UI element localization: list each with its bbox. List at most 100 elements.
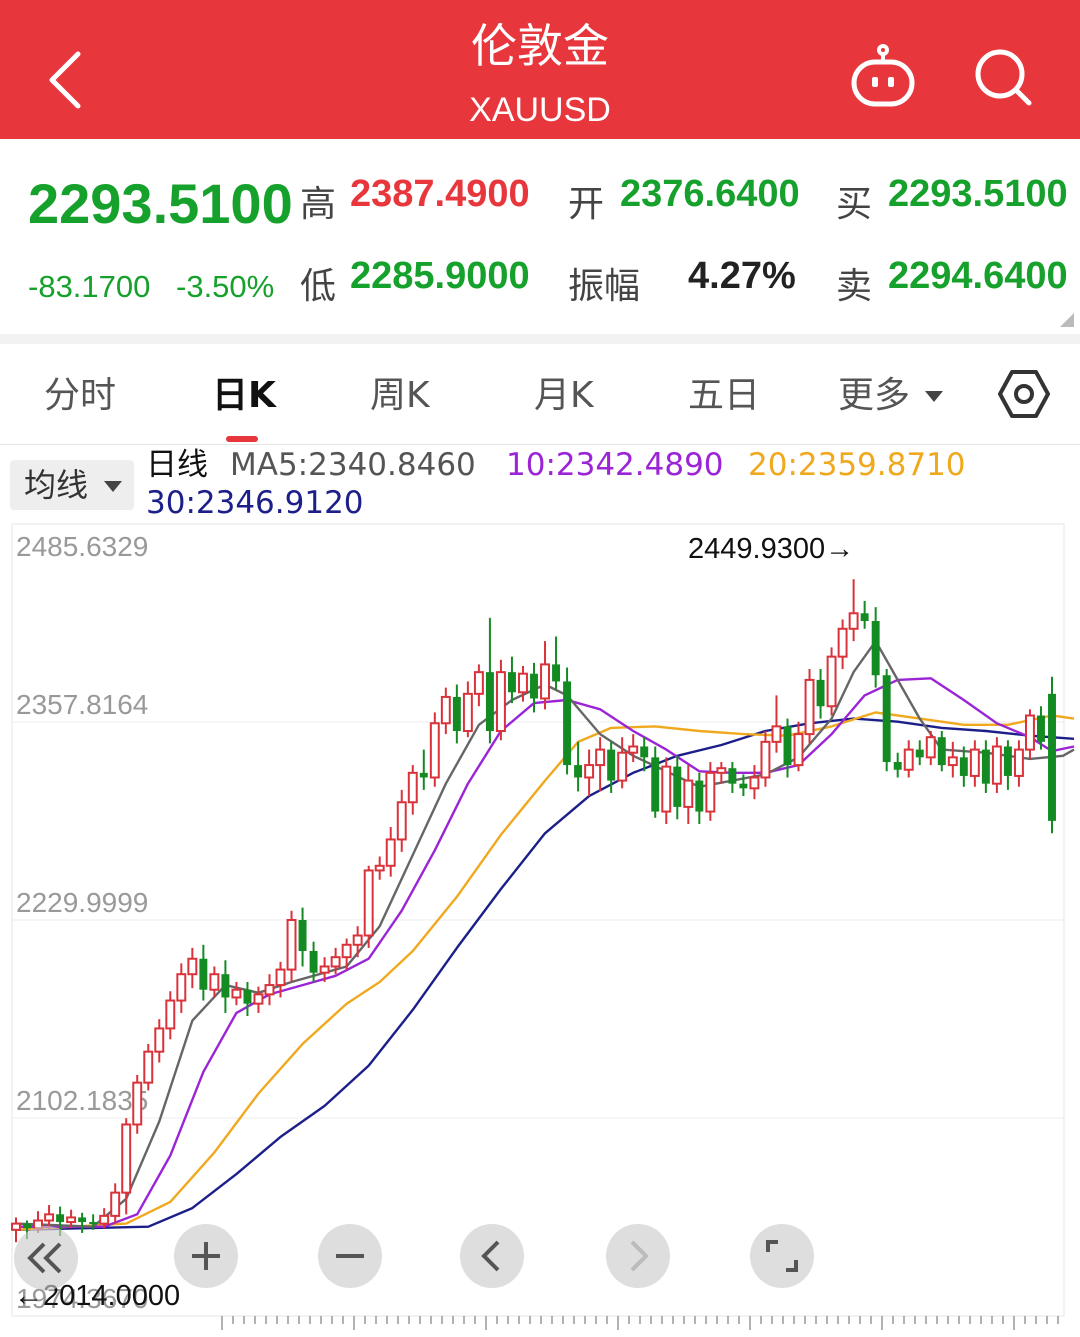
candle-body — [563, 681, 572, 766]
candle-body — [749, 776, 760, 790]
tab-more-label: 更多 — [838, 375, 911, 416]
ma-legend: 均线 日线 MA5:2340.8460 10:2342.4890 20:2359… — [0, 444, 1080, 522]
candle-body — [407, 771, 418, 804]
candle-body — [1003, 746, 1012, 776]
y-tick-label: 2485.6329 — [16, 531, 148, 562]
candle-body — [231, 988, 242, 999]
amplitude-value: 4.27% — [688, 255, 796, 297]
candle-body — [473, 671, 484, 695]
candle-body — [882, 675, 891, 762]
candle-body — [518, 672, 528, 694]
page-title: 伦敦金 — [471, 19, 609, 73]
candle-body — [969, 748, 980, 777]
ma10-value: 10:2342.4890 — [506, 447, 724, 483]
candle-body — [991, 745, 1002, 785]
candle-body — [286, 918, 297, 971]
candle-body — [143, 1050, 154, 1084]
candle-body — [330, 956, 341, 968]
buy-label: 买 — [836, 184, 873, 225]
ma5-value: MA5:2340.8460 — [230, 447, 476, 483]
candle-body — [584, 764, 595, 779]
candle-body — [199, 958, 208, 990]
last-price: 2293.5100 — [28, 172, 293, 235]
candle-body — [319, 965, 330, 974]
candle-body — [78, 1217, 87, 1223]
dropdown-arrow-icon — [104, 481, 122, 492]
candle-body — [728, 768, 737, 784]
search-icon[interactable] — [972, 46, 1034, 108]
candle-body — [848, 612, 859, 630]
candle-body — [903, 748, 914, 771]
right-icon — [630, 1240, 649, 1272]
candle-body — [915, 749, 924, 758]
candle-body — [695, 780, 704, 812]
candle-body — [396, 801, 407, 841]
candle-body — [716, 767, 727, 774]
price-change: -83.1700 — [28, 269, 151, 304]
tab-daily-k[interactable]: 日K — [212, 374, 276, 418]
ma-selector[interactable]: 均线 — [10, 460, 134, 510]
candle-body — [771, 725, 782, 743]
candle-body — [495, 671, 506, 733]
candle-body — [429, 722, 440, 779]
candle-body — [507, 672, 516, 693]
ma5-line — [15, 639, 1075, 1228]
price-change-pct: -3.50% — [176, 269, 275, 304]
zoom-out-button[interactable] — [318, 1224, 382, 1288]
tab-more[interactable]: 更多 — [838, 374, 944, 418]
candle-body — [981, 749, 990, 784]
candle-body — [860, 613, 869, 622]
candle-body — [937, 737, 946, 766]
candle-body — [673, 766, 682, 807]
candle-body — [705, 771, 716, 813]
candle-body — [574, 765, 583, 778]
left-icon — [481, 1240, 500, 1272]
candle-body — [683, 779, 694, 808]
expand-corner-icon[interactable] — [1060, 313, 1074, 327]
tab-weekly-k[interactable]: 周K — [370, 374, 430, 418]
candle-body — [452, 696, 461, 732]
y-tick-label: 2229.9999 — [16, 887, 148, 918]
candle-body — [66, 1216, 77, 1224]
candle-body — [552, 664, 561, 682]
symbol-code: XAUUSD — [469, 91, 611, 129]
ma20-value: 20:2359.8710 — [748, 447, 966, 483]
candle-body — [783, 726, 792, 766]
kline-chart[interactable]: 2485.6329 2357.8164 2229.9999 2102.1835 1974… — [0, 520, 1080, 1333]
sell-label: 卖 — [836, 266, 873, 307]
dropdown-arrow-icon — [925, 391, 944, 402]
ma-line-label: 日线 — [146, 447, 208, 483]
candle-body — [253, 993, 264, 1005]
candle-body — [341, 943, 352, 959]
zoom-in-button[interactable] — [174, 1224, 238, 1288]
candle-body — [209, 973, 220, 991]
candle-body — [837, 627, 848, 658]
scroll-right-button[interactable] — [606, 1224, 670, 1288]
sell-value: 2294.6400 — [888, 255, 1068, 297]
candle-body — [44, 1213, 55, 1222]
candle-body — [1037, 715, 1045, 742]
section-divider — [0, 334, 1080, 344]
scroll-left-fast-button[interactable] — [14, 1226, 78, 1290]
fullscreen-button[interactable] — [750, 1224, 814, 1288]
candle-body — [385, 838, 396, 867]
scroll-left-button[interactable] — [460, 1224, 524, 1288]
candle-body — [826, 655, 837, 708]
amplitude-label: 振幅 — [568, 266, 641, 307]
robot-icon[interactable] — [848, 44, 918, 110]
tab-monthly-k[interactable]: 月K — [534, 374, 594, 418]
kline-chart-svg[interactable]: 2485.63292357.81642229.99992102.18351974… — [0, 520, 1080, 1333]
candle-body — [89, 1222, 98, 1225]
candle-body — [530, 673, 538, 699]
candle-body — [264, 984, 275, 996]
high-label: 高 — [300, 184, 337, 225]
candle-body — [462, 692, 473, 733]
tab-intraday[interactable]: 分时 — [44, 374, 116, 418]
candle-body — [485, 672, 494, 732]
candle-body — [154, 1027, 165, 1053]
candle-body — [165, 999, 176, 1030]
candle-body — [925, 736, 936, 759]
tab-five-day[interactable]: 五日 — [688, 374, 760, 418]
candle-body — [121, 1123, 132, 1194]
settings-hexagon-icon[interactable] — [998, 368, 1050, 420]
